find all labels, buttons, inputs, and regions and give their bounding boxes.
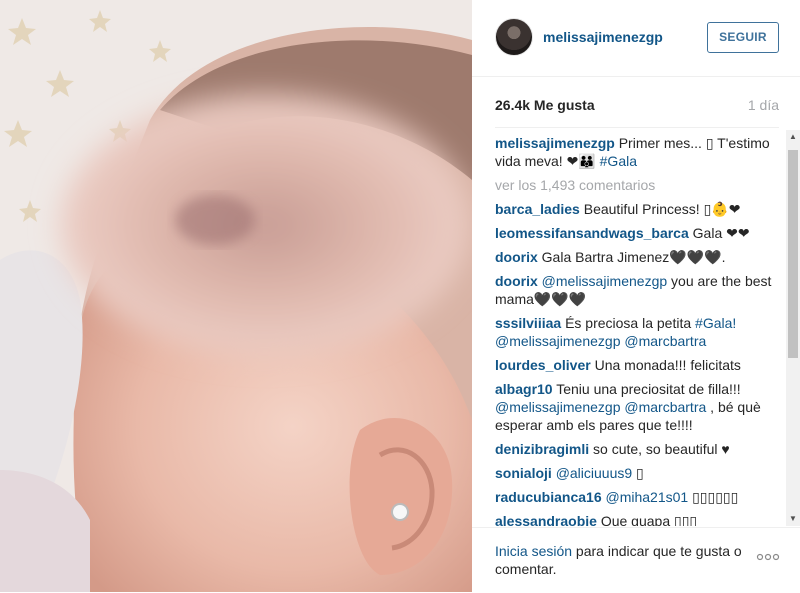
- mention-link[interactable]: @miha21s01: [606, 489, 689, 505]
- comment-item: doorix Gala Bartra Jimenez🖤🖤🖤.: [495, 248, 785, 266]
- login-link[interactable]: Inicia sesión: [495, 543, 572, 559]
- scroll-thumb[interactable]: [788, 150, 798, 358]
- post-side-panel: melissajimenezgp SEGUIR 26.4k Me gusta 1…: [472, 0, 800, 592]
- comment-username[interactable]: lourdes_oliver: [495, 357, 591, 373]
- load-more-comments[interactable]: ver los 1,493 comentarios: [495, 176, 785, 194]
- comment-item: lourdes_oliver Una monada!!! felicitats: [495, 356, 785, 374]
- caption: melissajimenezgp Primer mes... ▯ T'estim…: [495, 134, 785, 170]
- scroll-down-arrow-icon[interactable]: ▼: [786, 512, 800, 526]
- mention-link[interactable]: @melissajimenezgp: [542, 273, 667, 289]
- comment-username[interactable]: sonialoji: [495, 465, 552, 481]
- likes-count: 26.4k Me gusta: [495, 97, 595, 113]
- mention-link[interactable]: @marcbartra: [624, 333, 706, 349]
- comment-text: Gala Bartra Jimenez🖤🖤🖤.: [541, 249, 726, 265]
- comment-username[interactable]: alessandraobie: [495, 513, 597, 526]
- post-footer: Inicia sesión para indicar que te gusta …: [472, 527, 800, 593]
- comment-username[interactable]: sssilviiiaa: [495, 315, 561, 331]
- mention-link[interactable]: @marcbartra: [624, 399, 706, 415]
- hashtag-link[interactable]: #Gala!: [695, 315, 736, 331]
- comment-text: Teniu una preciositat de filla!!!: [556, 381, 741, 397]
- comment-username[interactable]: barca_ladies: [495, 201, 580, 217]
- mention-link[interactable]: @aliciuuus9: [556, 465, 632, 481]
- comment-item: leomessifansandwags_barca Gala ❤❤: [495, 224, 785, 242]
- divider: [495, 127, 779, 128]
- login-prompt: Inicia sesión para indicar que te gusta …: [495, 542, 745, 578]
- post-time[interactable]: 1 día: [748, 97, 779, 113]
- likes-row: 26.4k Me gusta 1 día: [495, 97, 779, 113]
- comment-text: Que guapa ▯▯▯: [600, 513, 698, 526]
- comment-text: Una monada!!! felicitats: [594, 357, 741, 373]
- comment-text: Gala ❤❤: [692, 225, 750, 241]
- comment-item: doorix @melissajimenezgp you are the bes…: [495, 272, 785, 308]
- follow-button[interactable]: SEGUIR: [707, 22, 779, 53]
- comment-item: albagr10 Teniu una preciositat de filla!…: [495, 380, 785, 434]
- post-photo[interactable]: [0, 0, 472, 592]
- comment-item: alessandraobie Que guapa ▯▯▯: [495, 512, 785, 526]
- comment-username[interactable]: albagr10: [495, 381, 553, 397]
- comment-item: barca_ladies Beautiful Princess! ▯👶❤: [495, 200, 785, 218]
- comments-scrollbar[interactable]: ▲ ▼: [786, 130, 800, 526]
- comment-text: Beautiful Princess! ▯👶❤: [583, 201, 741, 217]
- baby-photo-illustration: [0, 0, 472, 592]
- more-options-icon[interactable]: [756, 552, 780, 562]
- comment-username[interactable]: denizibragimli: [495, 441, 589, 457]
- comment-text: És preciosa la petita: [565, 315, 696, 331]
- mention-link[interactable]: @melissajimenezgp: [495, 399, 620, 415]
- hashtag-link[interactable]: #Gala: [600, 153, 637, 169]
- mention-link[interactable]: @melissajimenezgp: [495, 333, 620, 349]
- comment-item: sonialoji @aliciuuus9 ▯: [495, 464, 785, 482]
- comments-list[interactable]: melissajimenezgp Primer mes... ▯ T'estim…: [495, 134, 785, 526]
- comment-username[interactable]: raducubianca16: [495, 489, 602, 505]
- comment-text: ▯▯▯▯▯▯: [688, 489, 739, 505]
- post-author-username[interactable]: melissajimenezgp: [543, 29, 663, 45]
- comment-username[interactable]: doorix: [495, 249, 538, 265]
- comment-username[interactable]: melissajimenezgp: [495, 135, 615, 151]
- scroll-up-arrow-icon[interactable]: ▲: [786, 130, 800, 144]
- comment-item: denizibragimli so cute, so beautiful ♥: [495, 440, 785, 458]
- post-header: melissajimenezgp SEGUIR: [472, 0, 800, 77]
- comment-username[interactable]: leomessifansandwags_barca: [495, 225, 689, 241]
- comment-item: sssilviiiaa És preciosa la petita #Gala!…: [495, 314, 785, 350]
- comment-text: ▯: [632, 465, 644, 481]
- comment-username[interactable]: doorix: [495, 273, 538, 289]
- avatar[interactable]: [495, 18, 533, 56]
- comment-text: so cute, so beautiful ♥: [593, 441, 730, 457]
- comment-item: raducubianca16 @miha21s01 ▯▯▯▯▯▯: [495, 488, 785, 506]
